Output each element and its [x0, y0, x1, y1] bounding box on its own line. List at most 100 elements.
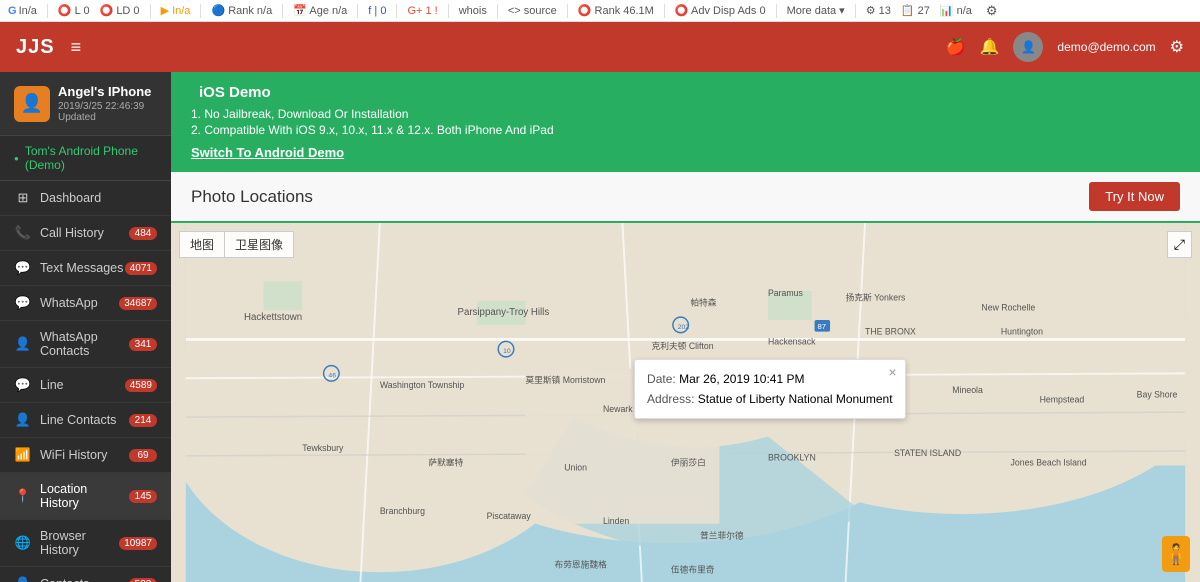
sidebar-item-whatsapp[interactable]: 💬 WhatsApp 34687 — [0, 286, 171, 321]
sidebar-item-wifi-history[interactable]: 📶 WiFi History 69 — [0, 438, 171, 473]
device-info: 👤 Angel's IPhone 2019/3/25 22:46:39 Upda… — [0, 72, 171, 136]
line-icon: 💬 — [14, 377, 32, 393]
switch-android-link[interactable]: Switch To Android Demo — [191, 145, 344, 160]
svg-text:布劳恩施魏格: 布劳恩施魏格 — [555, 558, 608, 569]
user-email: demo@demo.com — [1057, 40, 1155, 54]
toolbar-ld: ⭕ LD 0 — [100, 4, 140, 17]
sidebar-item-label: WhatsApp Contacts — [40, 330, 129, 358]
toolbar-google: G In/a — [8, 5, 37, 17]
whatsapp-contacts-badge: 341 — [129, 338, 157, 351]
svg-text:普兰菲尔德: 普兰菲尔德 — [700, 529, 744, 540]
toolbar-age: 📅 Age n/a — [293, 4, 347, 17]
toolbar-fb: f | 0 — [368, 5, 386, 17]
text-messages-badge: 4071 — [125, 262, 157, 275]
svg-text:THE BRONX: THE BRONX — [865, 327, 916, 337]
svg-text:Washington Township: Washington Township — [380, 380, 464, 390]
svg-text:Hackensack: Hackensack — [768, 336, 816, 346]
popup-close-button[interactable]: × — [888, 364, 896, 380]
whatsapp-icon: 💬 — [14, 295, 32, 311]
ios-banner-point-1: 1. No Jailbreak, Download Or Installatio… — [191, 107, 1180, 121]
svg-text:Mineola: Mineola — [952, 385, 983, 395]
toolbar-count2: 📋 27 — [901, 4, 930, 17]
svg-text:STATEN ISLAND: STATEN ISLAND — [894, 448, 961, 458]
svg-text:Parsippany-Troy Hills: Parsippany-Troy Hills — [457, 307, 549, 318]
line-badge: 4589 — [125, 379, 157, 392]
wifi-icon: 📶 — [14, 447, 32, 463]
sidebar-item-location-history[interactable]: 📍 Location History 145 — [0, 473, 171, 520]
toolbar-count1: ⚙ 13 — [866, 4, 891, 17]
sidebar-item-label: Location History — [40, 482, 129, 510]
svg-text:帕特森: 帕特森 — [690, 296, 716, 307]
svg-text:BROOKLYN: BROOKLYN — [768, 453, 816, 463]
sidebar-item-label: WhatsApp — [40, 296, 119, 310]
sidebar-item-call-history[interactable]: 📞 Call History 484 — [0, 216, 171, 251]
demo-device[interactable]: Tom's Android Phone (Demo) — [0, 136, 171, 181]
sidebar-item-label: Text Messages — [40, 261, 125, 275]
line-contacts-icon: 👤 — [14, 412, 32, 428]
call-icon: 📞 — [14, 225, 32, 241]
page-header: Photo Locations Try It Now — [171, 172, 1200, 223]
map-expand-button[interactable]: ⤢ — [1167, 231, 1192, 258]
toolbar-whois[interactable]: whois — [459, 5, 487, 17]
contacts-badge: 533 — [129, 578, 157, 582]
svg-text:Branchburg: Branchburg — [380, 506, 425, 516]
map-view-button[interactable]: 地图 — [179, 231, 224, 258]
svg-text:46: 46 — [328, 372, 336, 379]
sidebar-item-line-contacts[interactable]: 👤 Line Contacts 214 — [0, 403, 171, 438]
device-avatar: 👤 — [14, 86, 50, 122]
notification-icon[interactable]: 🔔 — [980, 37, 1000, 57]
svg-text:Hempstead: Hempstead — [1040, 395, 1085, 405]
location-icon: 📍 — [14, 488, 32, 504]
sidebar-item-text-messages[interactable]: 💬 Text Messages 4071 — [0, 251, 171, 286]
device-name: Angel's IPhone — [58, 84, 157, 99]
user-avatar: 👤 — [1013, 32, 1043, 62]
sidebar-item-whatsapp-contacts[interactable]: 👤 WhatsApp Contacts 341 — [0, 321, 171, 368]
sidebar-item-dashboard[interactable]: ⊞ Dashboard — [0, 181, 171, 216]
try-now-button[interactable]: Try It Now — [1089, 182, 1180, 211]
toolbar-rank2: ⭕ Rank 46.1M — [578, 4, 654, 17]
whatsapp-badge: 34687 — [119, 297, 157, 310]
svg-text:87: 87 — [817, 322, 826, 331]
sidebar-item-label: Line Contacts — [40, 413, 129, 427]
seo-toolbar: G In/a ⭕ L 0 ⭕ LD 0 ▶ In/a 🔵 Rank n/a 📅 … — [0, 0, 1200, 22]
satellite-view-button[interactable]: 卫星图像 — [224, 231, 294, 258]
svg-text:扬克斯 Yonkers: 扬克斯 Yonkers — [846, 292, 906, 303]
map-controls: 地图 卫星图像 — [179, 231, 294, 258]
menu-icon[interactable]: ≡ — [71, 37, 82, 58]
app-header: JJS ≡ 🍎 🔔 👤 demo@demo.com ⚙ — [0, 22, 1200, 72]
main-content: iOS Demo 1. No Jailbreak, Download Or In… — [171, 72, 1200, 582]
toolbar-source[interactable]: <> source — [508, 5, 557, 17]
map-container: Hackettstown Parsippany-Troy Hills 帕特森 P… — [171, 223, 1200, 582]
popup-address-label: Address: — [647, 392, 694, 406]
browser-history-badge: 10987 — [119, 537, 157, 550]
street-view-figurine[interactable]: 🧍 — [1162, 536, 1190, 572]
svg-text:伍德布里奇: 伍德布里奇 — [671, 563, 715, 574]
wifi-history-badge: 69 — [129, 449, 157, 462]
svg-text:莫里斯镇 Morristown: 莫里斯镇 Morristown — [525, 374, 605, 385]
svg-text:Jones Beach Island: Jones Beach Island — [1011, 458, 1087, 468]
toolbar-more[interactable]: More data ▾ — [787, 4, 845, 17]
call-history-badge: 484 — [129, 227, 157, 240]
dashboard-icon: ⊞ — [14, 190, 32, 206]
sidebar-item-label: Dashboard — [40, 191, 157, 205]
app-logo: JJS — [16, 36, 55, 59]
sidebar-item-label: Contacts — [40, 577, 129, 582]
line-contacts-badge: 214 — [129, 414, 157, 427]
whatsapp-contacts-icon: 👤 — [14, 336, 32, 352]
apple-icon[interactable]: 🍎 — [946, 37, 966, 57]
svg-text:Hackettstown: Hackettstown — [244, 312, 302, 323]
sidebar-item-browser-history[interactable]: 🌐 Browser History 10987 — [0, 520, 171, 567]
sidebar-item-label: Line — [40, 378, 125, 392]
sidebar-item-contacts[interactable]: 👤 Contacts 533 — [0, 567, 171, 582]
popup-date-value: Mar 26, 2019 10:41 PM — [679, 372, 804, 386]
toolbar-settings[interactable]: ⚙ — [986, 3, 998, 19]
svg-text:202: 202 — [678, 324, 690, 331]
settings-icon[interactable]: ⚙ — [1170, 37, 1184, 57]
toolbar-bing: ▶ In/a — [161, 4, 191, 17]
ios-banner-point-2: 2. Compatible With iOS 9.x, 10.x, 11.x &… — [191, 123, 1180, 137]
svg-text:New Rochelle: New Rochelle — [981, 302, 1035, 312]
popup-address-value: Statue of Liberty National Monument — [698, 392, 893, 406]
sidebar-item-line[interactable]: 💬 Line 4589 — [0, 368, 171, 403]
sidebar-item-label: Call History — [40, 226, 129, 240]
toolbar-rank: 🔵 Rank n/a — [211, 4, 272, 17]
